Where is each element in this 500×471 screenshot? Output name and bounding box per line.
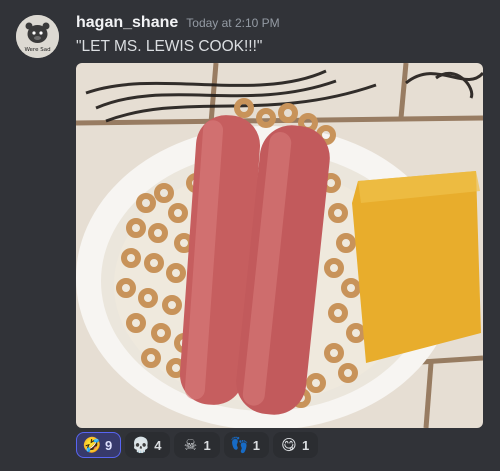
skull-and-crossbones-icon: ☠ xyxy=(183,435,198,454)
reaction-rolling-on-floor-laughing[interactable]: 🤣 9 xyxy=(76,432,122,458)
message-text: "LET MS. LEWIS COOK!!!" xyxy=(76,38,263,55)
reaction-count: 1 xyxy=(203,437,211,453)
footprints-icon: 👣 xyxy=(230,435,250,454)
avatar-caption: Were Sad xyxy=(24,47,50,53)
timestamp: Today at 2:10 PM xyxy=(186,16,280,30)
skull-icon: 💀 xyxy=(131,435,151,454)
chat-message: Were Sad hagan_shane Today at 2:10 PM "L… xyxy=(0,0,500,471)
food-photo-image xyxy=(76,63,483,428)
avatar[interactable]: Were Sad xyxy=(16,15,59,58)
reactions-bar: 🤣 9 💀 4 ☠ 1 👣 1 😋 1 xyxy=(76,432,319,458)
cartoon-bear-avatar-icon: Were Sad xyxy=(16,15,59,58)
reaction-face-savoring-food[interactable]: 😋 1 xyxy=(272,432,319,458)
face-savoring-food-icon: 😋 xyxy=(281,435,297,454)
rolling-on-floor-laughing-icon: 🤣 xyxy=(82,435,102,454)
reaction-count: 9 xyxy=(105,437,113,453)
reaction-footprints[interactable]: 👣 1 xyxy=(223,432,269,458)
reaction-count: 4 xyxy=(154,437,162,453)
reaction-skull-and-crossbones[interactable]: ☠ 1 xyxy=(174,432,220,458)
reaction-skull[interactable]: 💀 4 xyxy=(125,432,171,458)
image-attachment[interactable] xyxy=(76,63,483,428)
reaction-count: 1 xyxy=(252,437,260,453)
username[interactable]: hagan_shane xyxy=(76,14,178,32)
message-header: hagan_shane Today at 2:10 PM xyxy=(76,14,280,32)
reaction-count: 1 xyxy=(301,437,310,453)
